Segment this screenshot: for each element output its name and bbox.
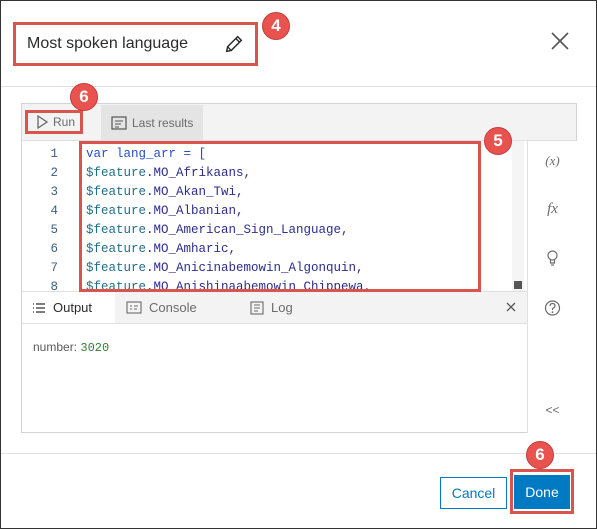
- code-token: .MO_American_Sign_Language,: [146, 223, 349, 237]
- last-results-tab[interactable]: Last results: [101, 105, 204, 140]
- code-token: .MO_Albanian,: [146, 204, 244, 218]
- done-button[interactable]: Done: [514, 475, 570, 509]
- line-number: 3: [50, 185, 58, 199]
- code-token: .MO_Akan_Twi,: [146, 185, 244, 199]
- code-line: $feature.MO_Afrikaans,: [86, 164, 371, 183]
- log-tab-label: Log: [271, 300, 293, 315]
- cancel-button[interactable]: Cancel: [440, 477, 507, 509]
- line-number: 2: [50, 166, 58, 180]
- callout-badge-run: 6: [70, 83, 98, 111]
- code-token: .MO_Anicinabemowin_Algonquin,: [146, 261, 364, 275]
- line-number-gutter: 1 2 3 4 5 6 7 8: [22, 145, 62, 291]
- code-token: .MO_Afrikaans,: [146, 166, 252, 180]
- code-token: $feature: [86, 166, 147, 180]
- line-number: 6: [50, 242, 58, 256]
- tab-console[interactable]: Console: [116, 292, 207, 323]
- code-line: var lang_arr = [: [86, 145, 371, 164]
- console-icon: [126, 301, 142, 314]
- tab-log[interactable]: Log: [240, 292, 303, 323]
- callout-badge-done: 6: [526, 441, 554, 469]
- output-tabs: Output Console Log: [22, 291, 527, 324]
- run-button[interactable]: Run: [30, 108, 81, 136]
- line-number: 7: [50, 261, 58, 275]
- code-token: $feature: [86, 242, 147, 256]
- output-result: number: 3020: [33, 340, 109, 355]
- line-number: 8: [50, 280, 58, 291]
- code-token: $feature: [86, 280, 147, 291]
- code-line: $feature.MO_American_Sign_Language,: [86, 221, 371, 240]
- console-tab-label: Console: [149, 300, 197, 315]
- play-icon: [37, 115, 48, 129]
- result-type: number:: [33, 340, 78, 354]
- log-icon: [250, 300, 264, 315]
- output-tab-label: Output: [53, 300, 93, 315]
- run-label: Run: [53, 115, 76, 129]
- code-token: $feature: [86, 223, 147, 237]
- last-results-label: Last results: [132, 115, 194, 130]
- code-line: $feature.MO_Akan_Twi,: [86, 183, 371, 202]
- code-token: $feature: [86, 204, 147, 218]
- code-token: $feature: [86, 261, 147, 275]
- expression-title-field[interactable]: Most spoken language: [19, 27, 253, 60]
- footer-divider: [1, 453, 596, 454]
- callout-badge-title: 4: [262, 12, 290, 40]
- expression-title: Most spoken language: [27, 34, 188, 52]
- code-scrollbar[interactable]: [512, 141, 524, 291]
- help-icon[interactable]: [528, 299, 577, 317]
- code-token: .MO_Anishinaabemowin_Chippewa,: [146, 280, 372, 291]
- code-line: $feature.MO_Amharic,: [86, 240, 371, 259]
- close-icon[interactable]: [549, 30, 571, 52]
- code-editor[interactable]: 12345678 var lang_arr = [$feature.MO_Afr…: [22, 141, 527, 291]
- functions-icon[interactable]: fx: [528, 201, 577, 218]
- scrollbar-thumb[interactable]: [514, 281, 522, 289]
- code-token: var lang_arr = [: [86, 147, 207, 161]
- pencil-icon[interactable]: [223, 33, 245, 55]
- result-value: 3020: [80, 341, 110, 355]
- code-token: .MO_Amharic,: [146, 242, 237, 256]
- line-number: 4: [50, 204, 58, 218]
- line-number: 5: [50, 223, 58, 237]
- code-token: $feature: [86, 185, 147, 199]
- output-list-icon: [33, 302, 45, 313]
- code-line: $feature.MO_Anicinabemowin_Algonquin,: [86, 259, 371, 278]
- side-panel: (x) fx <<: [527, 141, 577, 433]
- results-icon: [111, 115, 127, 130]
- close-output-icon[interactable]: [503, 299, 519, 315]
- code-line: $feature.MO_Anishinaabemowin_Chippewa,: [86, 278, 371, 291]
- line-number: 1: [50, 147, 58, 161]
- variables-icon[interactable]: (x): [528, 153, 577, 169]
- lightbulb-icon[interactable]: [528, 249, 577, 267]
- collapse-panel-icon[interactable]: <<: [528, 403, 577, 417]
- code-lines: var lang_arr = [$feature.MO_Afrikaans, $f…: [86, 145, 371, 291]
- tab-output[interactable]: Output: [22, 292, 115, 323]
- callout-badge-code: 5: [484, 127, 512, 155]
- code-line: $feature.MO_Albanian,: [86, 202, 371, 221]
